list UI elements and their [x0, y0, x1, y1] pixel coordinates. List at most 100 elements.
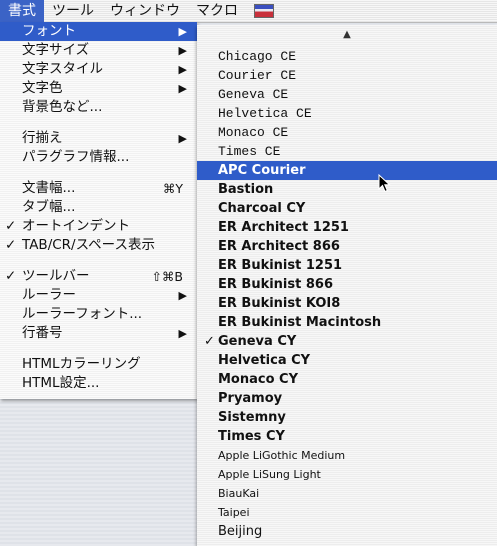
- format-menu: フォント ▶ 文字サイズ ▶ 文字スタイル ▶ 文字色 ▶ 背景色など... 行揃え ▶ パラグラフ情…: [0, 22, 197, 399]
- menu-item-label: 行番号: [22, 325, 63, 341]
- submenu-arrow-icon: ▶: [178, 82, 187, 95]
- scroll-up-arrow-icon[interactable]: ▲: [197, 29, 497, 40]
- submenu-arrow-icon: ▶: [178, 289, 187, 302]
- font-name-label: Apple LiGothic Medium: [218, 449, 346, 462]
- menu-item-label: 背景色など...: [22, 99, 103, 115]
- menu-item-label: HTMLカラーリング: [22, 356, 141, 372]
- russia-flag-icon[interactable]: [254, 4, 274, 18]
- menu-tools[interactable]: ツール: [44, 0, 102, 22]
- menu-item[interactable]: フォント ▶: [0, 22, 197, 41]
- font-name-label: Times CE: [218, 144, 281, 159]
- font-name-label: Monaco CE: [218, 125, 289, 140]
- menu-item[interactable]: ✓ TAB/CR/スペース表示: [0, 236, 197, 255]
- font-name-label: Courier CE: [218, 68, 297, 83]
- font-menu-item[interactable]: ER Bukinist 866: [197, 275, 497, 294]
- menu-item-label: HTML設定...: [22, 375, 100, 391]
- submenu-arrow-icon: ▶: [178, 63, 187, 76]
- font-menu-item[interactable]: Charcoal CY: [197, 199, 497, 218]
- font-menu-item[interactable]: Chicago CE: [197, 47, 497, 66]
- menu-item[interactable]: 行揃え ▶: [0, 129, 197, 148]
- font-menu-item[interactable]: Taipei: [197, 503, 497, 522]
- menu-item[interactable]: タブ幅...: [0, 198, 197, 217]
- font-menu-item[interactable]: Monaco CY: [197, 370, 497, 389]
- checkmark-icon: ✓: [5, 237, 17, 253]
- font-name-label: Times CY: [218, 429, 285, 444]
- font-menu-item[interactable]: ✓ Geneva CY: [197, 332, 497, 351]
- menu-item[interactable]: ✓ ツールバー ⇧⌘B: [0, 267, 197, 286]
- font-name-label: ER Bukinist Macintosh: [218, 315, 382, 330]
- menu-item[interactable]: 文字サイズ ▶: [0, 41, 197, 60]
- mouse-pointer-icon: [378, 174, 391, 193]
- font-menu-item[interactable]: Times CY: [197, 427, 497, 446]
- menu-item[interactable]: 文字色 ▶: [0, 79, 197, 98]
- menu-item[interactable]: 背景色など...: [0, 98, 197, 117]
- checkmark-icon: ✓: [204, 334, 215, 349]
- menu-item[interactable]: ルーラーフォント...: [0, 305, 197, 324]
- font-name-label: Geneva CE: [218, 87, 289, 102]
- font-menu-item[interactable]: ER Bukinist KOI8: [197, 294, 497, 313]
- font-menu-item[interactable]: Sistemny: [197, 408, 497, 427]
- menu-item-label: TAB/CR/スペース表示: [22, 237, 155, 253]
- menu-macro[interactable]: マクロ: [188, 0, 246, 22]
- font-name-label: Monaco CY: [218, 372, 299, 387]
- font-name-label: Beijing: [218, 524, 263, 539]
- font-name-label: Bastion: [218, 182, 274, 197]
- menu-item-label: 文字サイズ: [22, 42, 90, 58]
- font-menu-item[interactable]: APC Courier: [197, 161, 497, 180]
- menu-item[interactable]: HTML設定...: [0, 374, 197, 393]
- menu-item-label: 行揃え: [22, 130, 63, 146]
- submenu-arrow-icon: ▶: [178, 132, 187, 145]
- menu-bar: 書式 ツール ウィンドウ マクロ: [0, 0, 497, 23]
- keyboard-shortcut: ⇧⌘B: [151, 269, 183, 284]
- font-menu-item[interactable]: ER Bukinist 1251: [197, 256, 497, 275]
- font-name-label: Charcoal CY: [218, 201, 306, 216]
- checkmark-icon: ✓: [5, 268, 17, 284]
- font-name-label: ER Bukinist 1251: [218, 258, 343, 273]
- font-name-label: Apple LiSung Light: [218, 468, 321, 481]
- font-name-label: Chicago CE: [218, 49, 297, 64]
- font-name-label: Sistemny: [218, 410, 286, 425]
- font-menu-item[interactable]: Pryamoy: [197, 389, 497, 408]
- font-menu-item[interactable]: Apple LiGothic Medium: [197, 446, 497, 465]
- menu-format[interactable]: 書式: [0, 0, 44, 22]
- font-name-label: ER Architect 866: [218, 239, 340, 254]
- menu-item-label: ルーラーフォント...: [22, 306, 143, 322]
- menu-item[interactable]: 文書幅... ⌘Y: [0, 179, 197, 198]
- font-menu-item[interactable]: Courier CE: [197, 66, 497, 85]
- menu-item-label: パラグラフ情報...: [22, 149, 130, 165]
- font-name-label: BiauKai: [218, 487, 260, 500]
- checkmark-icon: ✓: [5, 218, 17, 234]
- font-name-label: ER Bukinist KOI8: [218, 296, 341, 311]
- menu-item-label: 文書幅...: [22, 180, 76, 196]
- menu-item[interactable]: パラグラフ情報...: [0, 148, 197, 167]
- font-name-label: ER Architect 1251: [218, 220, 349, 235]
- font-menu-item[interactable]: ER Architect 866: [197, 237, 497, 256]
- font-menu-item[interactable]: Beijing: [197, 522, 497, 541]
- menu-item[interactable]: 行番号 ▶: [0, 324, 197, 343]
- submenu-arrow-icon: ▶: [178, 25, 187, 38]
- menu-item[interactable]: HTMLカラーリング: [0, 355, 197, 374]
- menu-item[interactable]: 文字スタイル ▶: [0, 60, 197, 79]
- font-name-label: Taipei: [218, 506, 250, 519]
- font-menu-item[interactable]: Helvetica CE: [197, 104, 497, 123]
- font-menu-item[interactable]: Times CE: [197, 142, 497, 161]
- submenu-arrow-icon: ▶: [178, 327, 187, 340]
- font-menu-item[interactable]: Monaco CE: [197, 123, 497, 142]
- menu-window[interactable]: ウィンドウ: [102, 0, 188, 22]
- font-menu-item[interactable]: Geneva CE: [197, 85, 497, 104]
- menu-item[interactable]: ✓ オートインデント: [0, 217, 197, 236]
- font-menu-item[interactable]: BiauKai: [197, 484, 497, 503]
- font-name-label: Helvetica CY: [218, 353, 311, 368]
- font-name-label: Pryamoy: [218, 391, 283, 406]
- font-menu-item[interactable]: ER Architect 1251: [197, 218, 497, 237]
- menu-item-label: 文字スタイル: [22, 61, 103, 77]
- font-menu-item[interactable]: Apple LiSung Light: [197, 465, 497, 484]
- font-menu-item[interactable]: Bastion: [197, 180, 497, 199]
- font-menu-item[interactable]: Helvetica CY: [197, 351, 497, 370]
- font-name-label: Helvetica CE: [218, 106, 312, 121]
- font-name-label: Geneva CY: [218, 334, 297, 349]
- font-menu-item[interactable]: ER Bukinist Macintosh: [197, 313, 497, 332]
- submenu-arrow-icon: ▶: [178, 44, 187, 57]
- font-submenu: ▲ Chicago CE Courier CE Geneva CE Helvetica…: [197, 25, 497, 546]
- menu-item[interactable]: ルーラー ▶: [0, 286, 197, 305]
